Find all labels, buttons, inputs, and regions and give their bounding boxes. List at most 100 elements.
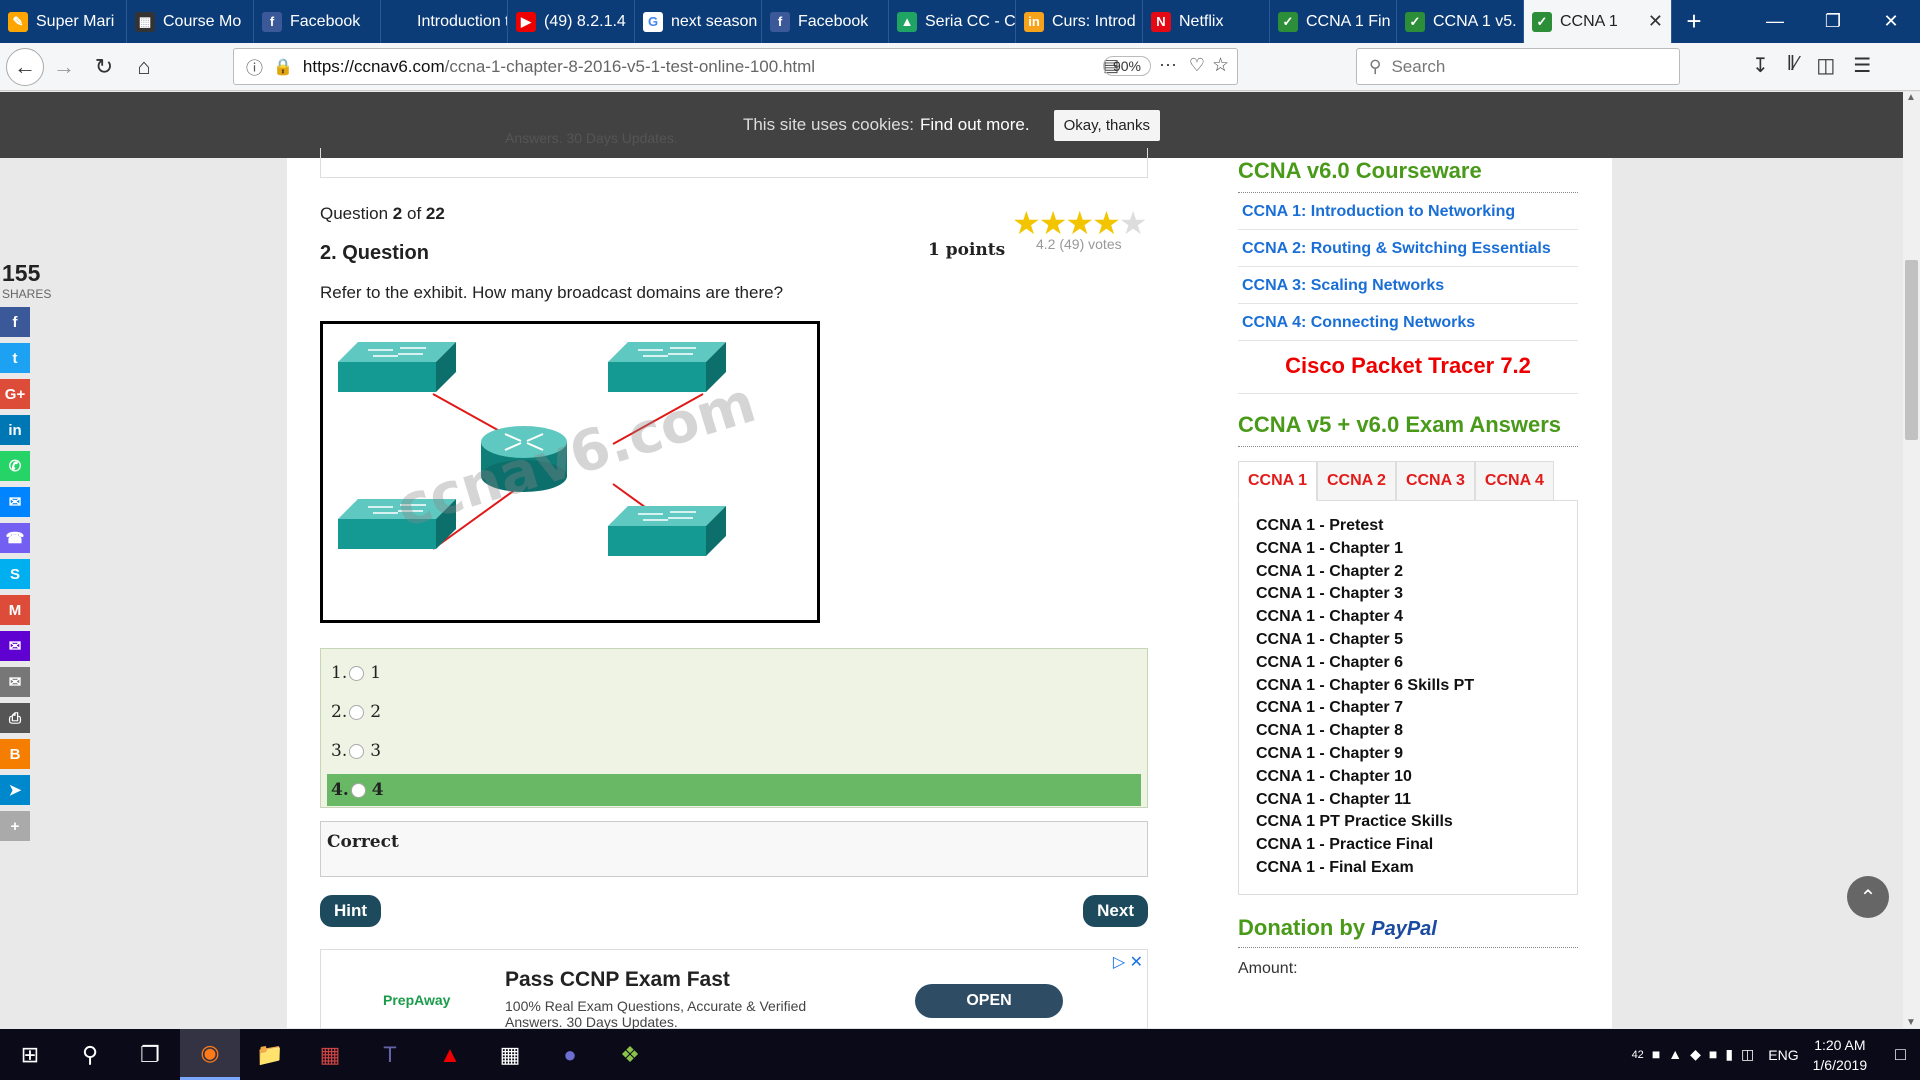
app-icon[interactable]: ▦ [300,1029,360,1080]
answer-option[interactable]: 1. 1 [327,657,1141,689]
acrobat-icon[interactable]: ▲ [420,1029,480,1080]
home-button[interactable]: ⌂ [124,47,164,87]
language-indicator[interactable]: ENG [1768,1047,1798,1063]
scrollbar[interactable]: ▲ ▼ [1903,92,1920,1028]
ccna-list-item[interactable]: CCNA 1 PT Practice Skills [1256,811,1560,834]
pocket-icon[interactable]: ♡ [1189,55,1205,76]
url-bar[interactable]: ⓘ 🔒 https://ccnav6.com/ccna-1-chapter-8-… [233,48,1238,85]
packet-tracer-icon[interactable]: ❖ [600,1029,660,1080]
gmail-share-icon[interactable]: M [0,595,30,625]
reload-button[interactable]: ↻ [84,47,124,87]
close-window-icon[interactable]: ✕ [1862,0,1920,43]
ccna-list-item[interactable]: CCNA 1 - Chapter 4 [1256,606,1560,629]
action-center-icon[interactable]: □ [1895,1044,1906,1065]
close-tab-icon[interactable]: ✕ [1648,11,1663,32]
browser-tab[interactable]: in Curs: Introd [1016,0,1143,43]
telegram-share-icon[interactable]: ➤ [0,775,30,805]
print-share-icon[interactable]: ⎙ [0,703,30,733]
scroll-to-top-button[interactable]: ⌃ [1847,876,1889,918]
ccna-list-item[interactable]: CCNA 1 - Chapter 2 [1256,561,1560,584]
minimize-icon[interactable]: — [1746,0,1804,43]
browser-tab[interactable]: f Facebook [762,0,889,43]
radio-button[interactable] [349,704,365,720]
ccna-list-item[interactable]: CCNA 1 - Chapter 7 [1256,697,1560,720]
ad-title[interactable]: Pass CCNP Exam Fast [505,968,730,992]
ccna-tab[interactable]: CCNA 2 [1316,461,1396,501]
answer-option[interactable]: 4. 4 [327,774,1141,806]
hint-button[interactable]: Hint [320,895,382,927]
ccna-tab[interactable]: CCNA 1 [1238,461,1317,501]
page-actions-icon[interactable]: ⋯ [1159,55,1177,76]
back-button[interactable]: ← [6,47,44,86]
browser-tab[interactable]: N Netflix [1143,0,1270,43]
ad-open-button[interactable]: OPEN [915,984,1063,1018]
search-taskbar-icon[interactable]: ⚲ [60,1029,120,1080]
viber-share-icon[interactable]: ☎ [0,523,30,553]
packet-tracer-link[interactable]: Cisco Packet Tracer 7.2 [1238,341,1578,394]
task-view-icon[interactable]: ❐ [120,1029,180,1080]
email-share-icon[interactable]: ✉ [0,667,30,697]
info-icon[interactable]: ⓘ [246,54,263,79]
courseware-link[interactable]: CCNA 2: Routing & Switching Essentials [1238,230,1578,267]
ccna-list-item[interactable]: CCNA 1 - Chapter 6 [1256,652,1560,675]
star-icon[interactable]: ★ [1119,205,1148,241]
messenger-share-icon[interactable]: ✉ [0,487,30,517]
whatsapp-share-icon[interactable]: ✆ [0,451,30,481]
star-icon[interactable]: ★ [1012,205,1041,241]
radio-button[interactable] [349,665,365,681]
download-icon[interactable]: ↧ [1752,53,1769,78]
ccna-list-item[interactable]: CCNA 1 - Chapter 3 [1256,583,1560,606]
courseware-link[interactable]: CCNA 3: Scaling Networks [1238,267,1578,304]
ccna-list-item[interactable]: CCNA 1 - Chapter 1 [1256,538,1560,561]
file-explorer-icon[interactable]: 📁 [240,1029,300,1080]
browser-tab[interactable]: ▲ Seria CC - C [889,0,1016,43]
library-icon[interactable]: ‖⁄ [1787,53,1799,78]
scrollbar-thumb[interactable] [1905,260,1918,440]
menu-icon[interactable]: ☰ [1853,53,1871,78]
ccna-list-item[interactable]: CCNA 1 - Final Exam [1256,857,1560,880]
ad-choices-icon[interactable]: ▷ ✕ [1113,952,1143,972]
twitter-share-icon[interactable]: t [0,343,30,373]
more-share-icon[interactable]: + [0,811,30,841]
restore-icon[interactable]: ❐ [1804,0,1862,43]
browser-tab-active[interactable]: ✓ CCNA 1 ✕ [1524,0,1672,43]
new-tab-button[interactable]: + [1672,0,1716,43]
courseware-link[interactable]: CCNA 1: Introduction to Networking [1238,193,1578,230]
cookie-accept-button[interactable]: Okay, thanks [1053,109,1161,141]
ccna-list-item[interactable]: CCNA 1 - Practice Final [1256,834,1560,857]
radio-button[interactable] [350,782,366,798]
radio-button[interactable] [349,743,365,759]
browser-tab[interactable]: Introduction to [381,0,508,43]
ccna-list-item[interactable]: CCNA 1 - Chapter 11 [1256,789,1560,812]
skype-share-icon[interactable]: S [0,559,30,589]
ccna-list-item[interactable]: CCNA 1 - Pretest [1256,515,1560,538]
next-button[interactable]: Next [1083,895,1148,927]
forward-button[interactable]: → [44,47,84,87]
courseware-link[interactable]: CCNA 4: Connecting Networks [1238,304,1578,341]
ccna-list-item[interactable]: CCNA 1 - Chapter 9 [1256,743,1560,766]
cookie-link[interactable]: Find out more. [920,115,1030,135]
browser-tab[interactable]: ✓ CCNA 1 v5. [1397,0,1524,43]
windows-start-icon[interactable]: ⊞ [0,1029,60,1080]
googleplus-share-icon[interactable]: G+ [0,379,30,409]
answer-option[interactable]: 2. 2 [327,696,1141,728]
firefox-icon[interactable]: ◉ [180,1029,240,1080]
ccna-tab[interactable]: CCNA 4 [1474,461,1554,501]
browser-tab[interactable]: ▶ (49) 8.2.1.4 [508,0,635,43]
calculator-icon[interactable]: ▦ [480,1029,540,1080]
sidebar-icon[interactable]: ◫ [1816,53,1835,78]
browser-tab[interactable]: Gnext season [635,0,762,43]
facebook-share-icon[interactable]: f [0,307,30,337]
browser-tab[interactable]: ✎ Super Mari [0,0,127,43]
yahoo-share-icon[interactable]: ✉ [0,631,30,661]
search-input[interactable]: ⚲ Search [1356,48,1680,85]
ccna-list-item[interactable]: CCNA 1 - Chapter 8 [1256,720,1560,743]
teams-icon[interactable]: T [360,1029,420,1080]
eclipse-icon[interactable]: ● [540,1029,600,1080]
ccna-list-item[interactable]: CCNA 1 - Chapter 6 Skills PT [1256,675,1560,698]
clock[interactable]: 1:20 AM 1/6/2019 [1813,1035,1868,1075]
ccna-list-item[interactable]: CCNA 1 - Chapter 5 [1256,629,1560,652]
ccna-tab[interactable]: CCNA 3 [1395,461,1475,501]
browser-tab[interactable]: ▦ Course Mo [127,0,254,43]
browser-tab[interactable]: f Facebook [254,0,381,43]
